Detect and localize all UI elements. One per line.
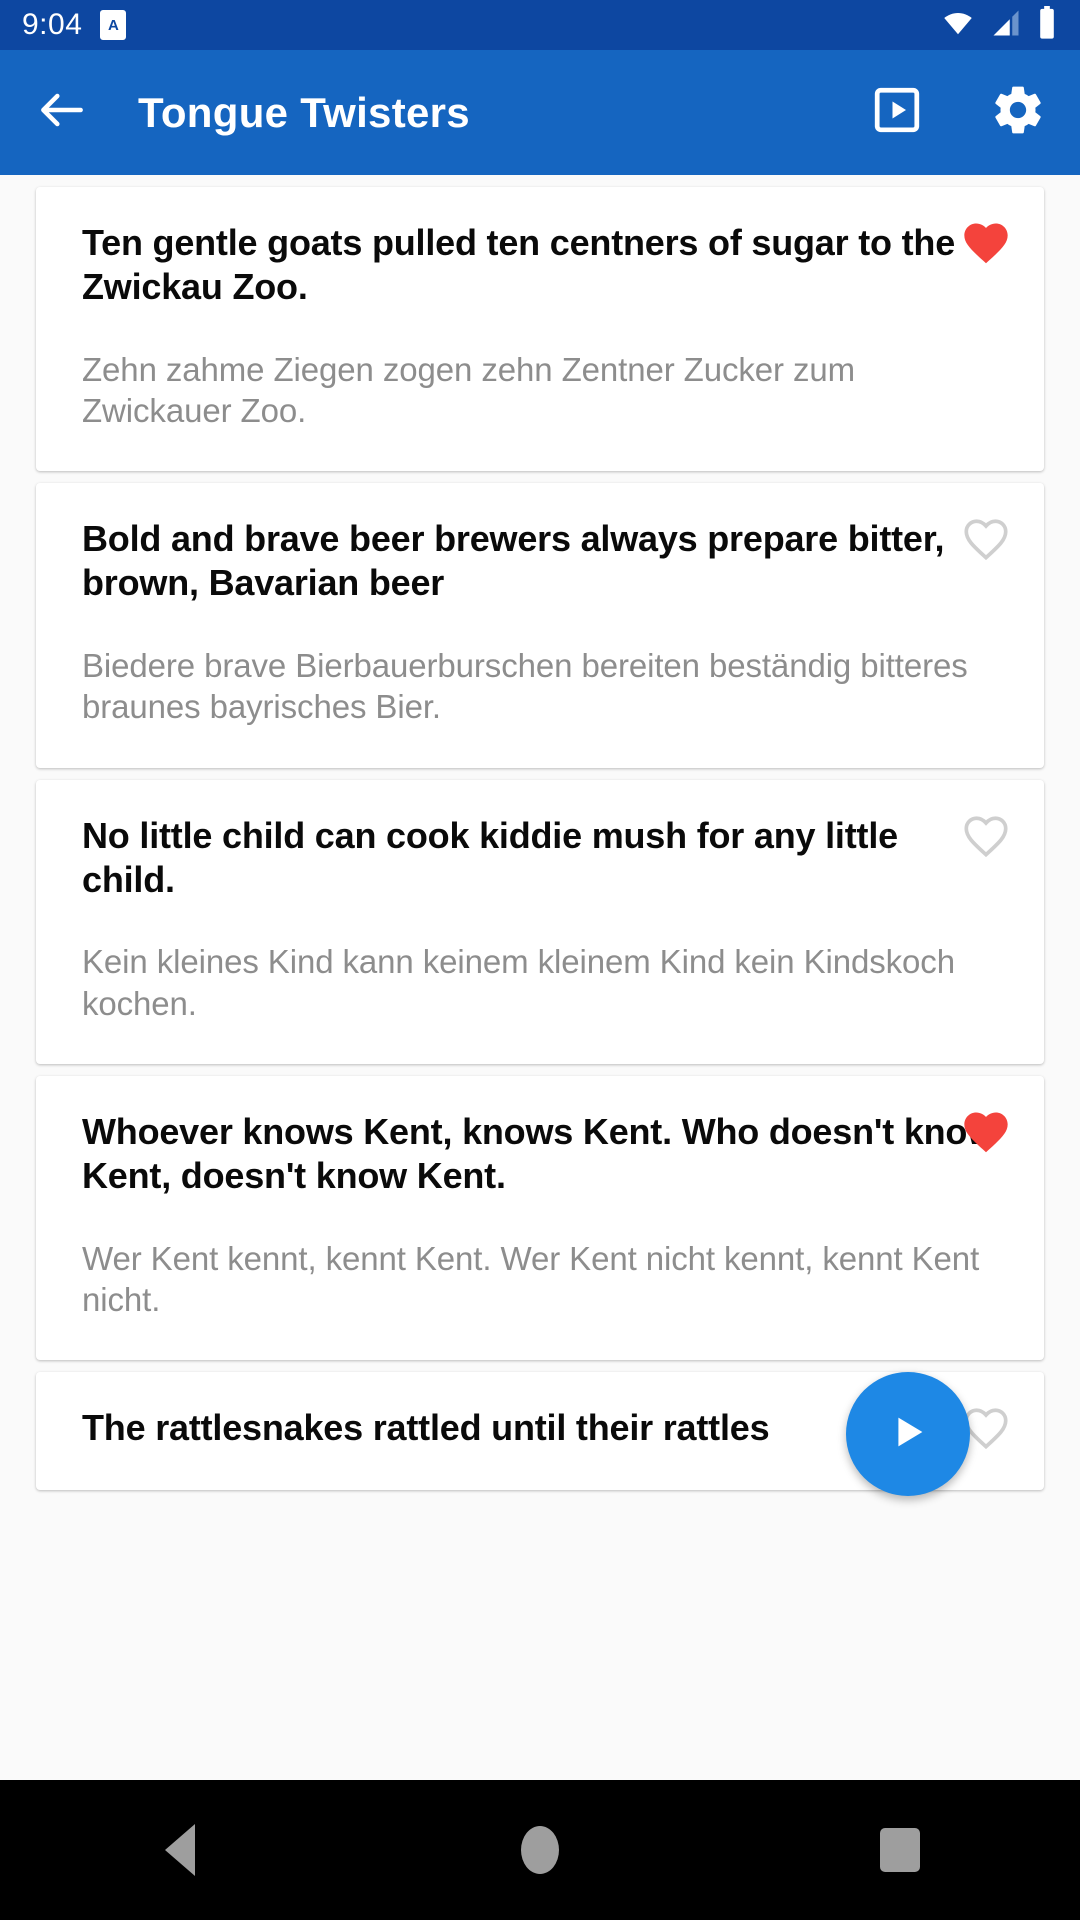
back-arrow-icon[interactable] (34, 82, 90, 143)
play-fab-button[interactable] (846, 1372, 970, 1496)
nav-back-button[interactable] (105, 1780, 255, 1920)
twister-subtitle: Kein kleines Kind kann keinem kleinem Ki… (82, 943, 955, 1022)
recents-square-icon (880, 1828, 920, 1872)
twister-title: No little child can cook kiddie mush for… (82, 814, 898, 900)
play-icon (885, 1409, 931, 1460)
list-item[interactable]: Bold and brave beer brewers always prepa… (36, 483, 1044, 768)
system-navigation-bar (0, 1780, 1080, 1920)
page-title: Tongue Twisters (138, 88, 470, 136)
app-screen: 9:04 A Tongue Twisters Ten gentle goats … (0, 0, 1080, 1920)
twister-subtitle: Wer Kent kennt, kennt Kent. Wer Kent nic… (82, 1239, 980, 1318)
status-bar: 9:04 A (0, 0, 1080, 50)
twister-title: Bold and brave beer brewers always prepa… (82, 518, 945, 604)
favorite-heart-icon[interactable] (958, 215, 1014, 271)
list-item[interactable]: Whoever knows Kent, knows Kent. Who does… (36, 1075, 1044, 1361)
tongue-twister-list[interactable]: Ten gentle goats pulled ten centners of … (0, 175, 1080, 1780)
favorite-heart-icon[interactable] (958, 511, 1014, 567)
list-item[interactable]: No little child can cook kiddie mush for… (36, 779, 1044, 1064)
cellular-signal-icon (989, 8, 1023, 43)
status-bar-right (940, 5, 1058, 45)
nav-home-button[interactable] (465, 1780, 615, 1920)
slideshow-icon[interactable] (870, 83, 924, 142)
app-bar: Tongue Twisters (0, 50, 1080, 175)
wifi-icon (940, 8, 976, 43)
twister-subtitle: Biedere brave Bierbauerburschen bereiten… (82, 647, 968, 726)
status-bar-left: 9:04 A (22, 0, 127, 50)
favorite-heart-icon[interactable] (958, 808, 1014, 864)
app-bar-actions (870, 82, 1046, 143)
twister-subtitle: Zehn zahme Ziegen zogen zehn Zentner Zuc… (82, 350, 856, 430)
home-circle-icon (521, 1826, 559, 1874)
list-item[interactable]: Ten gentle goats pulled ten centners of … (36, 187, 1044, 472)
app-notification-icon: A (100, 10, 127, 40)
nav-recents-button[interactable] (825, 1780, 975, 1920)
status-clock: 9:04 (22, 8, 83, 41)
favorite-heart-icon[interactable] (958, 1104, 1014, 1160)
gear-icon[interactable] (990, 82, 1046, 143)
twister-title: Whoever knows Kent, knows Kent. Who does… (82, 1110, 996, 1196)
back-triangle-icon (165, 1824, 195, 1876)
twister-title: Ten gentle goats pulled ten centners of … (82, 222, 956, 307)
battery-icon (1036, 5, 1058, 45)
